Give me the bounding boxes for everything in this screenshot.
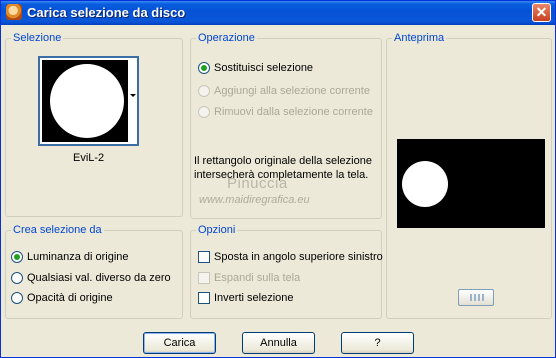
checkbox-espandi-label[interactable]: Espandi sulla tela bbox=[214, 272, 300, 284]
selezione-legend: Selezione bbox=[11, 32, 64, 44]
close-button[interactable]: ✕ bbox=[532, 3, 551, 22]
radio-opacita[interactable] bbox=[11, 292, 23, 304]
anteprima-legend: Anteprima bbox=[392, 32, 447, 44]
zoom-icon bbox=[470, 294, 484, 301]
radio-luminanza[interactable] bbox=[11, 251, 23, 263]
operazione-legend: Operazione bbox=[196, 32, 257, 44]
radio-qualsiasi[interactable] bbox=[11, 272, 23, 284]
preview-zoom-button[interactable] bbox=[458, 289, 494, 306]
radio-sostituisci-label[interactable]: Sostituisci selezione bbox=[214, 62, 313, 74]
chevron-down-icon[interactable] bbox=[130, 94, 136, 97]
radio-rimuovi[interactable] bbox=[198, 106, 210, 118]
app-icon bbox=[6, 4, 22, 20]
crea-selezione-legend: Crea selezione da bbox=[11, 224, 104, 236]
radio-aggiungi-label[interactable]: Aggiungi alla selezione corrente bbox=[214, 85, 370, 97]
selection-thumbnail bbox=[42, 60, 128, 142]
radio-opacita-label[interactable]: Opacità di origine bbox=[27, 292, 113, 304]
selection-thumbnail-dropdown[interactable] bbox=[38, 56, 139, 146]
dialog-window: Carica selezione da disco ✕ Selezione Ev… bbox=[0, 0, 556, 358]
selection-circle-shape bbox=[50, 64, 124, 138]
radio-rimuovi-label[interactable]: Rimuovi dalla selezione corrente bbox=[214, 106, 373, 118]
preview-circle-shape bbox=[402, 161, 448, 207]
radio-aggiungi[interactable] bbox=[198, 85, 210, 97]
selection-name: EviL-2 bbox=[73, 152, 105, 164]
cancel-button[interactable]: Annulla bbox=[242, 332, 315, 354]
preview-canvas bbox=[397, 139, 545, 228]
checkbox-sposta[interactable] bbox=[198, 251, 210, 263]
watermark-url: www.maidiregrafica.eu bbox=[199, 194, 310, 206]
load-button[interactable]: Carica bbox=[143, 332, 216, 354]
watermark-name: Pinuccia bbox=[227, 175, 288, 192]
radio-sostituisci[interactable] bbox=[198, 62, 210, 74]
opzioni-legend: Opzioni bbox=[196, 224, 238, 236]
checkbox-inverti[interactable] bbox=[198, 292, 210, 304]
radio-luminanza-label[interactable]: Luminanza di origine bbox=[27, 251, 129, 263]
checkbox-espandi[interactable] bbox=[198, 272, 210, 284]
checkbox-inverti-label[interactable]: Inverti selezione bbox=[214, 292, 294, 304]
radio-qualsiasi-label[interactable]: Qualsiasi val. diverso da zero bbox=[27, 272, 171, 284]
window-title: Carica selezione da disco bbox=[27, 5, 186, 20]
title-bar[interactable]: Carica selezione da disco ✕ bbox=[1, 1, 555, 25]
checkbox-sposta-label[interactable]: Sposta in angolo superiore sinistro bbox=[214, 251, 383, 263]
help-button[interactable]: ? bbox=[341, 332, 414, 354]
